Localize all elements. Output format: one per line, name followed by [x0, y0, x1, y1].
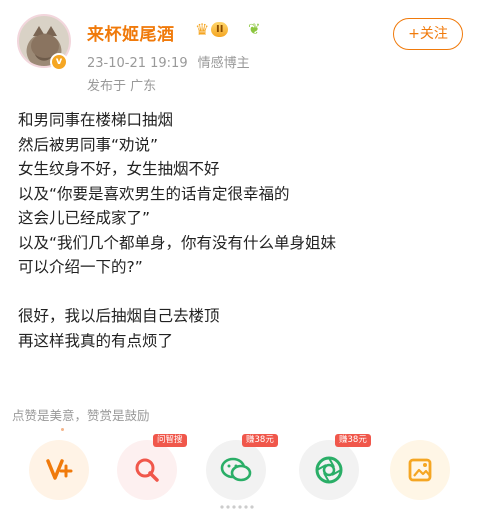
content-line: 女生纹身不好，女生抽烟不好 [18, 160, 220, 178]
crown-icon: ♛ [195, 20, 210, 39]
post-content: 和男同事在楼梯口抽烟 然后被男同事“劝说” 女生纹身不好，女生抽烟不好 以及“你… [18, 108, 468, 353]
v-plus-icon [46, 459, 73, 480]
action-tag: 赚38元 [242, 434, 278, 447]
action-tag: 赚38元 [335, 434, 371, 447]
search-q-icon [135, 458, 159, 482]
reward-actions-bar: 问智搜 赚38元 赚38元 [0, 434, 477, 506]
reward-hint: 点赞是美意，赞赏是鼓励 [12, 408, 150, 423]
content-line: 很好，我以后抽烟自己去楼顶 [18, 307, 220, 325]
sprout-icon: ❦ [248, 20, 261, 38]
content-line: 然后被男同事“劝说” [18, 135, 159, 154]
content-line: 和男同事在楼梯口抽烟 [18, 111, 174, 129]
wechat-icon [220, 457, 252, 482]
username[interactable]: 来杯姬尾酒 [87, 20, 175, 45]
post-location: 发布于 广东 [87, 79, 157, 94]
follow-button[interactable]: +关注 [393, 18, 463, 50]
page-indicator [220, 505, 254, 509]
image-share-icon [408, 458, 432, 482]
image-share-button[interactable] [390, 440, 450, 500]
reward-v-button[interactable] [29, 440, 89, 500]
content-line: 可以介绍一下的?” [18, 258, 143, 276]
camera-lens-icon [315, 456, 343, 484]
content-line: 这会儿已经成家了” [18, 209, 151, 227]
verified-icon: v [50, 53, 68, 71]
wechat-share-button[interactable]: 赚38元 [206, 434, 278, 500]
search-button[interactable]: 问智搜 [117, 434, 187, 500]
content-blank-line [18, 280, 468, 305]
content-line: 再这样我真的有点烦了 [18, 331, 174, 350]
post-meta: 23-10-21 19:19 情感博主 [87, 52, 250, 71]
content-line: 以及“我们几个都单身，你有没有什么单身姐妹 [18, 233, 337, 252]
action-tag: 问智搜 [153, 434, 187, 447]
indicator-dot [61, 428, 64, 431]
moments-share-button[interactable]: 赚38元 [299, 434, 371, 500]
level-badge[interactable]: II [211, 22, 229, 37]
content-line: 以及“你要是喜欢男生的话肯定很幸福的 [18, 184, 290, 203]
user-tag: 情感博主 [197, 56, 250, 71]
post-timestamp: 23-10-21 19:19 [87, 56, 188, 71]
post-header: v 来杯姬尾酒 ♛ II ❦ 23-10-21 19:19 情感博主 发布于 广东… [0, 0, 477, 100]
